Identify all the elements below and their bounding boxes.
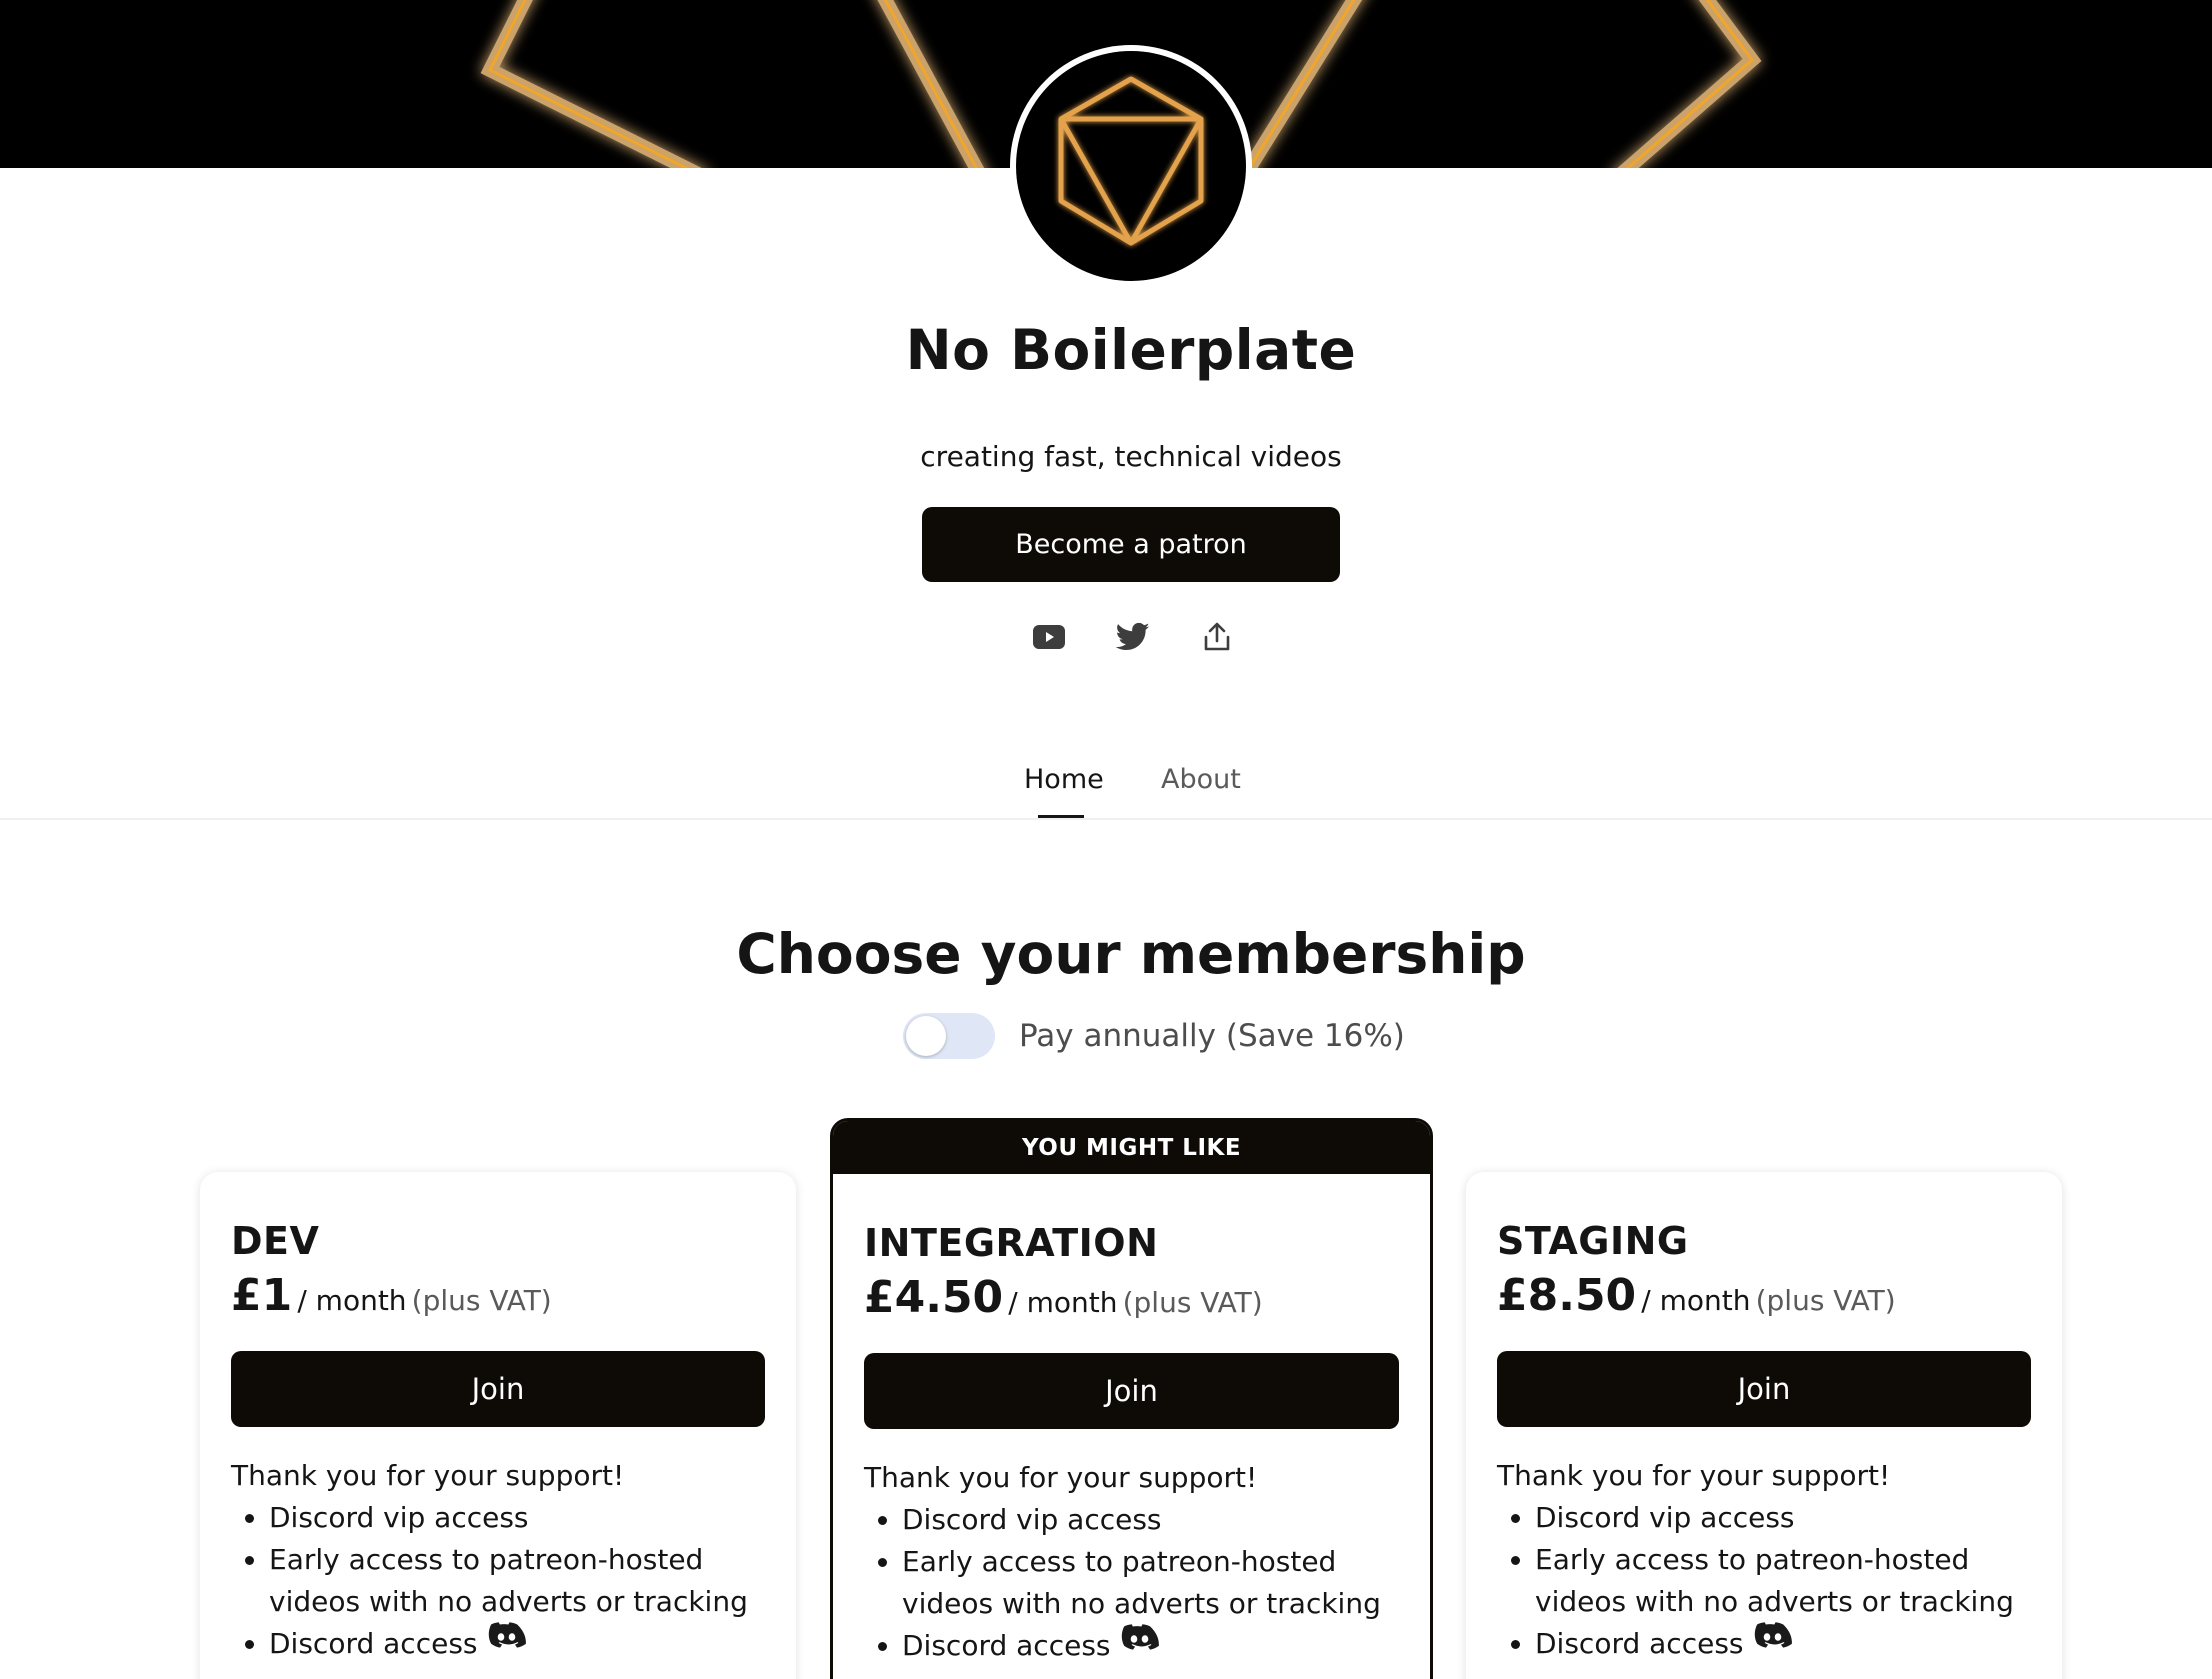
tier-vat-note: (plus VAT) bbox=[1755, 1284, 1896, 1317]
tab-about[interactable]: About bbox=[1161, 764, 1241, 795]
tier-vat-note: (plus VAT) bbox=[411, 1284, 552, 1317]
share-icon[interactable] bbox=[1198, 618, 1236, 656]
tier-benefits: Discord vip access Early access to patre… bbox=[231, 1497, 765, 1665]
tab-home[interactable]: Home bbox=[1024, 764, 1104, 795]
tier-description: Thank you for your support! bbox=[1497, 1459, 1891, 1492]
discord-icon bbox=[488, 1621, 526, 1663]
tier-vat-note: (plus VAT) bbox=[1122, 1286, 1263, 1319]
benefit-text: Discord access bbox=[902, 1629, 1111, 1662]
benefit-text: Discord access bbox=[269, 1627, 478, 1660]
tier-card-staging: STAGING £8.50 / month (plus VAT) Join Th… bbox=[1466, 1172, 2062, 1679]
join-button-integration[interactable]: Join bbox=[864, 1353, 1399, 1429]
tier-price-row: £1 / month (plus VAT) bbox=[231, 1270, 765, 1331]
tier-period: / month bbox=[1641, 1284, 1751, 1317]
tier-price: £4.50 bbox=[864, 1272, 1004, 1323]
creator-avatar bbox=[1010, 45, 1252, 287]
tier-price: £1 bbox=[231, 1270, 293, 1321]
social-links bbox=[1030, 618, 1230, 656]
creator-name: No Boilerplate bbox=[905, 318, 1357, 382]
tier-benefits: Discord vip access Early access to patre… bbox=[1497, 1497, 2031, 1665]
discord-icon bbox=[1121, 1623, 1159, 1665]
tier-card-integration: YOU MIGHT LIKE INTEGRATION £4.50 / month… bbox=[830, 1118, 1433, 1679]
tier-description: Thank you for your support! bbox=[864, 1461, 1258, 1494]
pay-annually-label: Pay annually (Save 16%) bbox=[1019, 1018, 1405, 1054]
benefit-item: Discord access bbox=[902, 1623, 1399, 1667]
tier-price-row: £8.50 / month (plus VAT) bbox=[1497, 1270, 2031, 1331]
tier-description: Thank you for your support! bbox=[231, 1459, 625, 1492]
annual-toggle-row: Pay annually (Save 16%) bbox=[903, 1012, 1405, 1060]
discord-icon bbox=[1754, 1621, 1792, 1663]
toggle-knob bbox=[906, 1016, 946, 1056]
benefit-item: Discord vip access bbox=[269, 1497, 765, 1539]
benefit-text: Discord access bbox=[1535, 1627, 1744, 1660]
tier-name: INTEGRATION bbox=[864, 1221, 1159, 1265]
youtube-icon[interactable] bbox=[1030, 618, 1068, 656]
benefit-item: Discord access bbox=[269, 1621, 765, 1665]
join-button-staging[interactable]: Join bbox=[1497, 1351, 2031, 1427]
benefit-item: Discord vip access bbox=[902, 1499, 1399, 1541]
benefit-item: Discord vip access bbox=[1535, 1497, 2031, 1539]
creator-page: No Boilerplate creating fast, technical … bbox=[0, 0, 2212, 1679]
tier-benefits: Discord vip access Early access to patre… bbox=[864, 1499, 1399, 1667]
creator-tagline: creating fast, technical videos bbox=[920, 440, 1342, 473]
benefit-item: Discord access bbox=[1535, 1621, 2031, 1665]
tier-price-row: £4.50 / month (plus VAT) bbox=[864, 1272, 1399, 1333]
benefit-item: Early access to patreon-hosted videos wi… bbox=[269, 1539, 765, 1623]
tier-period: / month bbox=[297, 1284, 407, 1317]
featured-badge: YOU MIGHT LIKE bbox=[833, 1121, 1430, 1174]
twitter-icon[interactable] bbox=[1114, 618, 1152, 656]
become-patron-button[interactable]: Become a patron bbox=[922, 507, 1340, 582]
tier-name: STAGING bbox=[1497, 1219, 1689, 1263]
tier-price: £8.50 bbox=[1497, 1270, 1637, 1321]
tier-card-dev: DEV £1 / month (plus VAT) Join Thank you… bbox=[200, 1172, 796, 1679]
join-button-dev[interactable]: Join bbox=[231, 1351, 765, 1427]
active-tab-indicator bbox=[1038, 815, 1084, 818]
membership-title: Choose your membership bbox=[736, 922, 1526, 986]
benefit-item: Early access to patreon-hosted videos wi… bbox=[1535, 1539, 2031, 1623]
tier-period: / month bbox=[1008, 1286, 1118, 1319]
tier-name: DEV bbox=[231, 1219, 320, 1263]
pay-annually-toggle[interactable] bbox=[903, 1013, 995, 1059]
page-tabs: Home About bbox=[0, 740, 2212, 820]
benefit-item: Early access to patreon-hosted videos wi… bbox=[902, 1541, 1399, 1625]
